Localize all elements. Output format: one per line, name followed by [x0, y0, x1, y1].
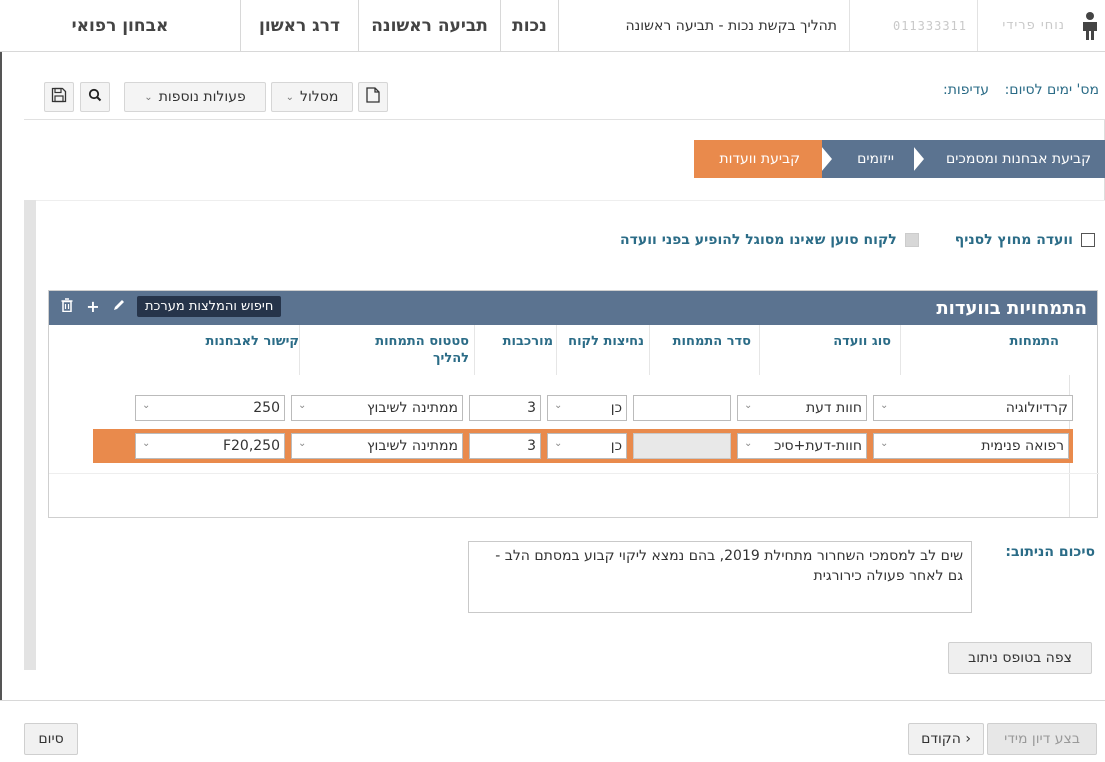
table-row-selected[interactable]: רפואה פנימית ⌄ חוות-דעת+סיכ ⌄ כן ⌄ 3 ממת…: [93, 429, 1073, 463]
chevron-down-icon: ⌄: [142, 400, 151, 411]
routing-summary-textarea[interactable]: שים לב למסמכי השחרור מתחילת 2019, בהם נמ…: [468, 541, 972, 613]
chevron-down-icon: ⌄: [744, 400, 753, 411]
chevron-down-icon: ⌄: [298, 400, 307, 411]
chevron-down-icon: ⌄: [285, 91, 295, 103]
footer-bar: בצע דיון מידי ‹ הקודם סיום: [0, 700, 1105, 762]
tab-first-tier[interactable]: דרג ראשון: [241, 0, 359, 51]
committee-type-select[interactable]: חוות-דעת+סיכ ⌄: [737, 433, 867, 459]
plus-icon[interactable]: +: [85, 297, 101, 316]
necessity-select[interactable]: כן ⌄: [547, 395, 627, 421]
document-icon: [366, 87, 380, 107]
complexity-input[interactable]: 3: [469, 395, 541, 421]
col-committee-type: סוג וועדה: [833, 334, 891, 349]
system-search-recommendations-button[interactable]: חיפוש והמלצות מערכת: [137, 296, 282, 317]
specialties-card: התמחויות בוועדות + חיפוש והמלצות מערכת ה…: [48, 290, 1099, 518]
priority-label: עדיפות:: [942, 82, 989, 98]
diagnosis-link-select[interactable]: F20,250 ⌄: [135, 433, 285, 459]
save-icon: [51, 87, 67, 107]
days-to-finish-label: מס' ימים לסיום:: [1004, 82, 1099, 98]
specialty-select[interactable]: קרדיולוגיה ⌄: [873, 395, 1073, 421]
search-icon: [88, 88, 102, 106]
route-label: מסלול: [300, 89, 339, 105]
status-select[interactable]: ממתינה לשיבוץ ⌄: [291, 395, 463, 421]
specialty-order-input[interactable]: [633, 395, 731, 421]
side-strip: [24, 200, 36, 670]
customer-unfit-checkbox: [904, 233, 919, 247]
col-complexity: מורכבות: [502, 334, 553, 349]
search-button[interactable]: [80, 82, 110, 112]
tab-medical-diagnosis[interactable]: אבחון רפואי: [0, 0, 241, 51]
tab-disability[interactable]: נכות: [501, 0, 559, 51]
table-header: התמחות סוג וועדה סדר התמחות נחיצות לקוח …: [49, 325, 1099, 375]
frame-left-border: [0, 52, 2, 762]
more-actions-label: פעולות נוספות: [158, 89, 246, 105]
view-routing-form-button[interactable]: צפה בטופס ניתוב: [948, 642, 1092, 674]
diagnosis-link-select[interactable]: 250 ⌄: [135, 395, 285, 421]
new-document-button[interactable]: [358, 82, 388, 112]
customer-unfit-label: לקוח סוען שאינו מסוגל להופיע בפני וועדה: [620, 232, 897, 248]
outside-branch-label: וועדה מחוץ לסניף: [954, 232, 1073, 248]
info-bar: מס' ימים לסיום: עדיפות: מסלול ⌄ פעולות נ…: [24, 52, 1105, 120]
chevron-down-icon: ⌄: [144, 91, 153, 103]
chevron-down-icon: ⌄: [554, 400, 563, 411]
immediate-hearing-button: בצע דיון מידי: [987, 723, 1097, 755]
chevron-down-icon: ⌄: [142, 438, 151, 449]
route-dropdown[interactable]: מסלול ⌄: [271, 82, 353, 112]
col-specialty-order: סדר התמחות: [672, 334, 751, 349]
chevron-down-icon: ⌄: [298, 438, 307, 449]
chevron-down-icon: ⌄: [554, 438, 563, 449]
table-empty-row: [49, 473, 1099, 517]
save-button[interactable]: [44, 82, 74, 112]
chevron-down-icon: ⌄: [744, 438, 753, 449]
finish-button[interactable]: סיום: [24, 723, 78, 755]
card-actions: + חיפוש והמלצות מערכת: [59, 296, 282, 317]
status-select[interactable]: ממתינה לשיבוץ ⌄: [291, 433, 463, 459]
tab-first-claim[interactable]: תביעה ראשונה: [359, 0, 501, 51]
top-header: נוחי פרידי 011333311 תהליך בקשת נכות - ת…: [0, 0, 1105, 52]
card-header: התמחויות בוועדות + חיפוש והמלצות מערכת: [49, 291, 1097, 325]
committee-type-select[interactable]: חוות דעת ⌄: [737, 395, 867, 421]
col-specialty: התמחות: [1009, 334, 1060, 349]
table-row: קרדיולוגיה ⌄ חוות דעת ⌄ כן ⌄ 3 ממתינה לש…: [93, 391, 1073, 425]
committee-options: וועדה מחוץ לסניף לקוח סוען שאינו מסוגל ל…: [620, 232, 1095, 248]
card-title: התמחויות בוועדות: [936, 297, 1087, 319]
step-initiatives[interactable]: ייזומים: [816, 140, 914, 178]
previous-button[interactable]: ‹ הקודם: [908, 723, 984, 755]
col-specialty-status: סטטוס התמחות להליך: [375, 334, 469, 366]
step-committee-setting[interactable]: קביעת וועדות: [694, 140, 822, 178]
specialty-select[interactable]: רפואה פנימית ⌄: [873, 433, 1069, 459]
chevron-down-icon: ⌄: [880, 400, 889, 411]
chevron-down-icon: ⌄: [880, 438, 889, 449]
col-diagnosis-link: קישור לאבחנות: [205, 334, 300, 349]
step-diagnoses-documents[interactable]: קביעת אבחנות ומסמכים: [908, 140, 1105, 178]
complexity-input[interactable]: 3: [469, 433, 541, 459]
more-actions-dropdown[interactable]: פעולות נוספות ⌄: [124, 82, 266, 112]
col-customer-necessity: נחיצות לקוח: [568, 334, 644, 349]
pencil-icon[interactable]: [111, 297, 127, 316]
process-title: תהליך בקשת נכות - תביעה ראשונה: [625, 17, 837, 34]
trash-icon[interactable]: [59, 297, 75, 316]
process-steps: קביעת אבחנות ומסמכים ייזומים קביעת וועדו…: [694, 140, 1105, 178]
necessity-select[interactable]: כן ⌄: [547, 433, 627, 459]
person-id-masked: 011333311: [849, 0, 977, 51]
specialty-order-readonly: [633, 433, 731, 459]
routing-summary-label: סיכום הניתוב:: [1005, 544, 1095, 560]
person-icon: [1075, 0, 1105, 51]
person-name-masked: נוחי פרידי: [977, 0, 1075, 51]
outside-branch-checkbox[interactable]: [1081, 233, 1095, 247]
